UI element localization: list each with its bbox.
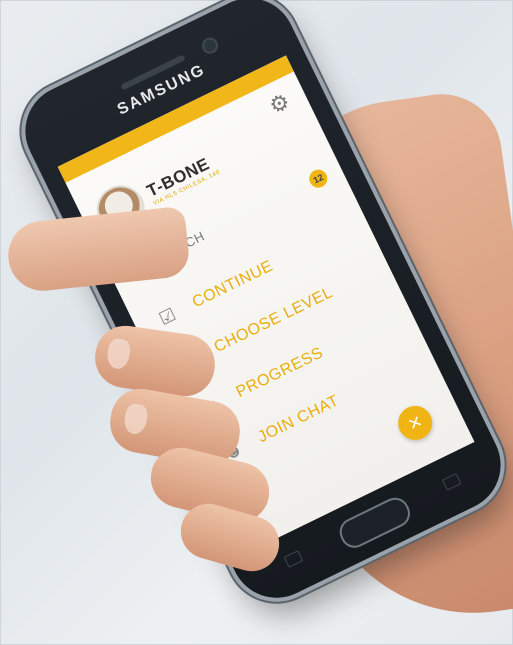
back-key[interactable] xyxy=(441,472,462,491)
recent-apps-key[interactable] xyxy=(283,550,304,568)
